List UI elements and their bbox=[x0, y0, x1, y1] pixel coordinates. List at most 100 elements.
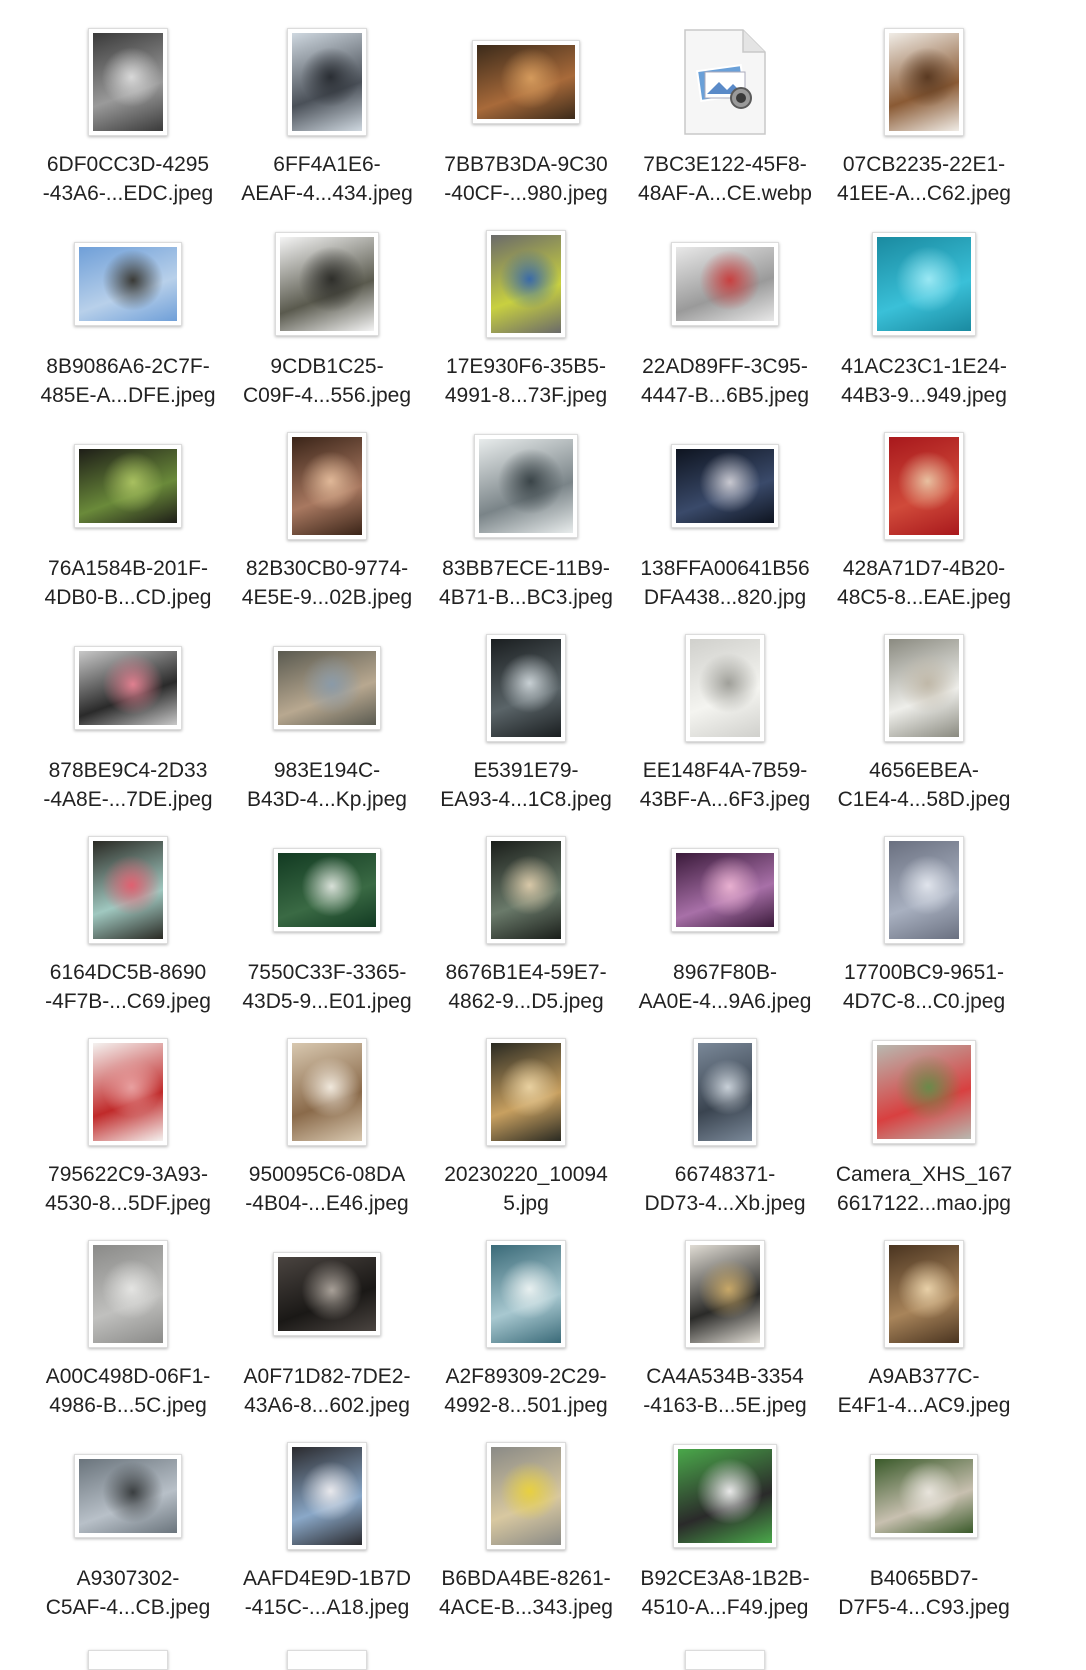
file-item[interactable]: AAFD4E9D-1B7D -415C-...A18.jpeg bbox=[232, 1434, 422, 1624]
file-name-label: A9307302- C5AF-4...CB.jpeg bbox=[33, 1564, 223, 1622]
file-item[interactable]: 17E930F6-35B5- 4991-8...73F.jpeg bbox=[431, 222, 621, 412]
photo-preview bbox=[690, 1245, 760, 1343]
image-thumbnail bbox=[88, 836, 168, 944]
file-item[interactable]: 138FFA00641B56 DFA438...820.jpg bbox=[630, 424, 820, 614]
file-item[interactable]: 8967F80B- AA0E-4...9A6.jpeg bbox=[630, 828, 820, 1018]
file-name-label: 7550C33F-3365- 43D5-9...E01.jpeg bbox=[232, 958, 422, 1016]
file-name-label: AAFD4E9D-1B7D -415C-...A18.jpeg bbox=[232, 1564, 422, 1622]
file-item[interactable]: 07CB2235-22E1- 41EE-A...C62.jpeg bbox=[829, 20, 1019, 210]
file-name-label: 20230220_10094 5.jpg bbox=[431, 1160, 621, 1218]
image-thumbnail bbox=[884, 836, 964, 944]
file-item[interactable]: 7BB7B3DA-9C30 -40CF-...980.jpeg bbox=[431, 20, 621, 210]
file-item[interactable]: E5391E79- EA93-4...1C8.jpeg bbox=[431, 626, 621, 816]
file-item[interactable]: A2F89309-2C29- 4992-8...501.jpeg bbox=[431, 1232, 621, 1422]
photo-preview bbox=[278, 1257, 376, 1331]
image-thumbnail bbox=[685, 1240, 765, 1348]
photo-preview bbox=[292, 437, 362, 535]
image-thumbnail bbox=[74, 444, 182, 528]
file-name-line2: AEAF-4...434.jpeg bbox=[241, 182, 413, 205]
file-item[interactable]: 76A1584B-201F- 4DB0-B...CD.jpeg bbox=[33, 424, 223, 614]
file-item[interactable]: 83BB7ECE-11B9- 4B71-B...BC3.jpeg bbox=[431, 424, 621, 614]
photo-preview bbox=[676, 449, 774, 523]
file-name-label: CA4A534B-3354 -4163-B...5E.jpeg bbox=[630, 1362, 820, 1420]
file-name-line1: A0F71D82-7DE2- bbox=[243, 1365, 411, 1388]
file-name-line1: 07CB2235-22E1- bbox=[842, 153, 1006, 176]
file-name-line2: 485E-A...DFE.jpeg bbox=[40, 384, 216, 407]
file-name-line2: -4163-B...5E.jpeg bbox=[643, 1394, 807, 1417]
file-name-label: 66748371- DD73-4...Xb.jpeg bbox=[630, 1160, 820, 1218]
file-item[interactable]: 6DF0CC3D-4295 -43A6-...EDC.jpeg bbox=[33, 20, 223, 210]
file-item[interactable]: A0F71D82-7DE2- 43A6-8...602.jpeg bbox=[232, 1232, 422, 1422]
file-name-line1: A9AB377C- bbox=[868, 1365, 980, 1388]
photo-preview bbox=[690, 639, 760, 737]
file-item[interactable]: 20230220_10094 5.jpg bbox=[431, 1030, 621, 1220]
file-name-line2: 4B71-B...BC3.jpeg bbox=[439, 586, 613, 609]
file-name-line2: 4992-8...501.jpeg bbox=[444, 1394, 608, 1417]
file-name-line2: -4A8E-...7DE.jpeg bbox=[43, 788, 213, 811]
file-item[interactable]: B4065BD7- D7F5-4...C93.jpeg bbox=[829, 1434, 1019, 1624]
file-item[interactable]: 17700BC9-9651- 4D7C-8...C0.jpeg bbox=[829, 828, 1019, 1018]
photo-preview bbox=[889, 1245, 959, 1343]
file-name-label: Camera_XHS_167 6617122...mao.jpg bbox=[829, 1160, 1019, 1218]
file-name-line2: C1E4-4...58D.jpeg bbox=[837, 788, 1011, 811]
file-name-line1: 138FFA00641B56 bbox=[640, 557, 810, 580]
file-item[interactable]: CA4A534B-3354 -4163-B...5E.jpeg bbox=[630, 1232, 820, 1422]
file-item[interactable]: 82B30CB0-9774- 4E5E-9...02B.jpeg bbox=[232, 424, 422, 614]
file-name-line2: E4F1-4...AC9.jpeg bbox=[837, 1394, 1011, 1417]
file-item[interactable]: B92CE3A8-1B2B- 4510-A...F49.jpeg bbox=[630, 1434, 820, 1624]
file-item[interactable]: 983E194C- B43D-4...Kp.jpeg bbox=[232, 626, 422, 816]
file-item[interactable]: A00C498D-06F1- 4986-B...5C.jpeg bbox=[33, 1232, 223, 1422]
image-thumbnail bbox=[486, 1240, 566, 1348]
file-name-line2: 48C5-8...EAE.jpeg bbox=[837, 586, 1011, 609]
file-name-label: 17E930F6-35B5- 4991-8...73F.jpeg bbox=[431, 352, 621, 410]
file-name-line2: 4986-B...5C.jpeg bbox=[49, 1394, 207, 1417]
file-item[interactable]: 7550C33F-3365- 43D5-9...E01.jpeg bbox=[232, 828, 422, 1018]
image-thumbnail bbox=[287, 28, 367, 136]
file-item[interactable]: EE148F4A-7B59- 43BF-A...6F3.jpeg bbox=[630, 626, 820, 816]
file-item[interactable]: 6164DC5B-8690 -4F7B-...C69.jpeg bbox=[33, 828, 223, 1018]
file-name-line2: 44B3-9...949.jpeg bbox=[841, 384, 1007, 407]
photo-preview bbox=[491, 1043, 561, 1141]
file-name-label: 4656EBEA- C1E4-4...58D.jpeg bbox=[829, 756, 1019, 814]
file-name-line2: DFA438...820.jpg bbox=[643, 586, 807, 609]
file-item[interactable]: 878BE9C4-2D33 -4A8E-...7DE.jpeg bbox=[33, 626, 223, 816]
image-thumbnail bbox=[685, 634, 765, 742]
file-item[interactable]: 41AC23C1-1E24- 44B3-9...949.jpeg bbox=[829, 222, 1019, 412]
image-thumbnail bbox=[74, 646, 182, 730]
file-item[interactable]: 66748371- DD73-4...Xb.jpeg bbox=[630, 1030, 820, 1220]
file-name-label: 82B30CB0-9774- 4E5E-9...02B.jpeg bbox=[232, 554, 422, 612]
file-name-line2: 6617122...mao.jpg bbox=[837, 1192, 1011, 1215]
file-item[interactable]: 22AD89FF-3C95- 4447-B...6B5.jpeg bbox=[630, 222, 820, 412]
file-item[interactable]: A9AB377C- E4F1-4...AC9.jpeg bbox=[829, 1232, 1019, 1422]
file-item[interactable]: B6BDA4BE-8261- 4ACE-B...343.jpeg bbox=[431, 1434, 621, 1624]
file-item[interactable]: Camera_XHS_167 6617122...mao.jpg bbox=[829, 1030, 1019, 1220]
image-thumbnail bbox=[287, 1650, 367, 1670]
image-thumbnail bbox=[486, 230, 566, 338]
file-item[interactable]: 950095C6-08DA -4B04-...E46.jpeg bbox=[232, 1030, 422, 1220]
photo-preview bbox=[889, 33, 959, 131]
file-item[interactable]: 795622C9-3A93- 4530-8...5DF.jpeg bbox=[33, 1030, 223, 1220]
file-item[interactable]: 9CDB1C25- C09F-4...556.jpeg bbox=[232, 222, 422, 412]
file-name-label: 22AD89FF-3C95- 4447-B...6B5.jpeg bbox=[630, 352, 820, 410]
photo-preview bbox=[491, 639, 561, 737]
file-item[interactable]: 428A71D7-4B20- 48C5-8...EAE.jpeg bbox=[829, 424, 1019, 614]
file-item[interactable]: 6FF4A1E6- AEAF-4...434.jpeg bbox=[232, 20, 422, 210]
file-item[interactable]: 7BC3E122-45F8- 48AF-A...CE.webp bbox=[630, 20, 820, 210]
file-name-line1: 950095C6-08DA bbox=[248, 1163, 406, 1186]
photo-preview bbox=[889, 639, 959, 737]
file-name-line1: 9CDB1C25- bbox=[270, 355, 384, 378]
file-item[interactable]: 4656EBEA- C1E4-4...58D.jpeg bbox=[829, 626, 1019, 816]
file-item[interactable]: 8676B1E4-59E7- 4862-9...D5.jpeg bbox=[431, 828, 621, 1018]
image-thumbnail bbox=[693, 1038, 757, 1146]
file-name-line2: 43A6-8...602.jpeg bbox=[244, 1394, 410, 1417]
photo-preview bbox=[292, 1043, 362, 1141]
image-thumbnail bbox=[685, 1650, 765, 1670]
file-item[interactable]: 8B9086A6-2C7F- 485E-A...DFE.jpeg bbox=[33, 222, 223, 412]
file-name-line2: 4D7C-8...C0.jpeg bbox=[842, 990, 1006, 1013]
file-item[interactable]: A9307302- C5AF-4...CB.jpeg bbox=[33, 1434, 223, 1624]
file-name-label: 983E194C- B43D-4...Kp.jpeg bbox=[232, 756, 422, 814]
file-name-line2: 4447-B...6B5.jpeg bbox=[640, 384, 810, 407]
image-thumbnail bbox=[88, 1240, 168, 1348]
file-name-label: A0F71D82-7DE2- 43A6-8...602.jpeg bbox=[232, 1362, 422, 1420]
file-name-label: 41AC23C1-1E24- 44B3-9...949.jpeg bbox=[829, 352, 1019, 410]
